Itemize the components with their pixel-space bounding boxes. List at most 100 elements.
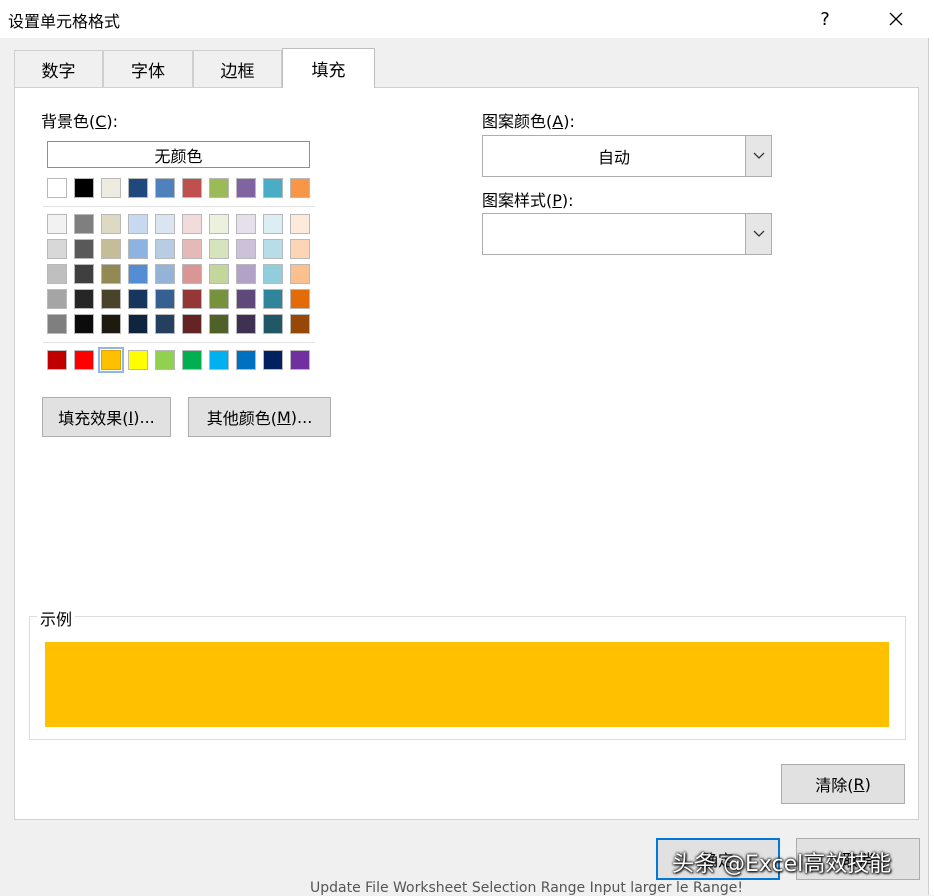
pattern-color-dropdown-button[interactable]: [745, 136, 771, 176]
color-swatch[interactable]: [209, 214, 229, 234]
color-swatch[interactable]: [236, 214, 256, 234]
color-swatch[interactable]: [47, 178, 67, 198]
color-swatch[interactable]: [182, 239, 202, 259]
color-swatch[interactable]: [128, 264, 148, 284]
color-swatch[interactable]: [182, 314, 202, 334]
tab-font[interactable]: 字体: [103, 50, 193, 88]
color-swatch[interactable]: [290, 264, 310, 284]
color-swatch[interactable]: [290, 178, 310, 198]
color-swatch[interactable]: [263, 289, 283, 309]
color-swatch[interactable]: [290, 314, 310, 334]
clear-button[interactable]: 清除(R): [781, 764, 905, 804]
color-swatch[interactable]: [128, 178, 148, 198]
help-button[interactable]: ?: [802, 4, 848, 34]
color-swatch[interactable]: [74, 314, 94, 334]
color-swatch[interactable]: [236, 289, 256, 309]
pattern-color-label: 图案颜色(A):: [482, 112, 575, 131]
color-swatch[interactable]: [101, 264, 121, 284]
chevron-down-icon: [753, 230, 764, 237]
color-swatch[interactable]: [128, 289, 148, 309]
title-bar: 设置单元格格式 ?: [0, 0, 934, 38]
color-swatch[interactable]: [209, 289, 229, 309]
color-swatch[interactable]: [155, 264, 175, 284]
color-swatch[interactable]: [74, 289, 94, 309]
color-swatch[interactable]: [236, 264, 256, 284]
color-swatch[interactable]: [47, 314, 67, 334]
color-swatch[interactable]: [101, 178, 121, 198]
close-button[interactable]: [873, 4, 919, 34]
color-swatch[interactable]: [290, 214, 310, 234]
palette-separator: [43, 342, 315, 343]
ok-button[interactable]: 确定: [656, 838, 780, 880]
cancel-button[interactable]: 取消: [796, 838, 920, 880]
color-swatch[interactable]: [47, 264, 67, 284]
pattern-color-value: 自动: [597, 148, 630, 167]
sample-preview: [45, 642, 889, 727]
color-swatch[interactable]: [209, 178, 229, 198]
color-swatch[interactable]: [47, 289, 67, 309]
color-swatch[interactable]: [182, 214, 202, 234]
close-icon: [889, 12, 903, 26]
color-swatch[interactable]: [74, 264, 94, 284]
color-swatch[interactable]: [155, 314, 175, 334]
no-color-button[interactable]: 无颜色: [47, 141, 310, 168]
color-swatch[interactable]: [74, 350, 94, 370]
color-swatch[interactable]: [209, 239, 229, 259]
pattern-color-dropdown[interactable]: 自动: [482, 135, 772, 177]
color-swatch[interactable]: [263, 214, 283, 234]
background-window-text: Update File Worksheet Selection Range In…: [310, 880, 743, 896]
chevron-down-icon: [753, 152, 764, 159]
tab-fill[interactable]: 填充: [282, 48, 375, 88]
color-swatch[interactable]: [236, 314, 256, 334]
color-swatch[interactable]: [236, 350, 256, 370]
color-swatch[interactable]: [155, 214, 175, 234]
color-swatch[interactable]: [101, 314, 121, 334]
color-swatch[interactable]: [290, 239, 310, 259]
color-swatch[interactable]: [101, 289, 121, 309]
more-colors-button[interactable]: 其他颜色(M)...: [188, 397, 331, 437]
color-swatch[interactable]: [155, 350, 175, 370]
color-swatch[interactable]: [263, 239, 283, 259]
color-swatch[interactable]: [155, 239, 175, 259]
color-swatch[interactable]: [209, 350, 229, 370]
fill-effects-button[interactable]: 填充效果(I)...: [42, 397, 171, 437]
color-swatch[interactable]: [155, 178, 175, 198]
tab-border[interactable]: 边框: [193, 50, 282, 88]
dialog-title: 设置单元格格式: [8, 12, 121, 31]
color-swatch[interactable]: [74, 239, 94, 259]
color-swatch[interactable]: [101, 239, 121, 259]
color-swatch[interactable]: [182, 350, 202, 370]
pattern-style-dropdown[interactable]: [482, 213, 772, 255]
color-swatch[interactable]: [74, 178, 94, 198]
color-swatch[interactable]: [182, 264, 202, 284]
color-swatch[interactable]: [263, 350, 283, 370]
color-swatch[interactable]: [128, 239, 148, 259]
color-swatch[interactable]: [263, 264, 283, 284]
palette-separator: [43, 206, 315, 207]
color-swatch[interactable]: [290, 289, 310, 309]
color-swatch[interactable]: [182, 178, 202, 198]
color-swatch[interactable]: [236, 239, 256, 259]
color-swatch[interactable]: [47, 214, 67, 234]
color-swatch[interactable]: [128, 350, 148, 370]
background-color-label: 背景色(C):: [41, 112, 119, 131]
color-swatch[interactable]: [74, 214, 94, 234]
color-swatch[interactable]: [236, 178, 256, 198]
color-swatch[interactable]: [209, 264, 229, 284]
color-swatch[interactable]: [47, 350, 67, 370]
color-swatch[interactable]: [290, 350, 310, 370]
color-swatch[interactable]: [47, 239, 67, 259]
color-swatch[interactable]: [155, 289, 175, 309]
sample-legend: 示例: [37, 606, 76, 630]
tab-number[interactable]: 数字: [14, 50, 103, 88]
color-swatch[interactable]: [101, 214, 121, 234]
pattern-style-dropdown-button[interactable]: [745, 214, 771, 254]
color-swatch[interactable]: [98, 347, 124, 373]
pattern-style-value: [483, 214, 745, 254]
color-swatch[interactable]: [263, 178, 283, 198]
color-swatch[interactable]: [128, 214, 148, 234]
color-swatch[interactable]: [263, 314, 283, 334]
color-swatch[interactable]: [182, 289, 202, 309]
color-swatch[interactable]: [209, 314, 229, 334]
color-swatch[interactable]: [128, 314, 148, 334]
